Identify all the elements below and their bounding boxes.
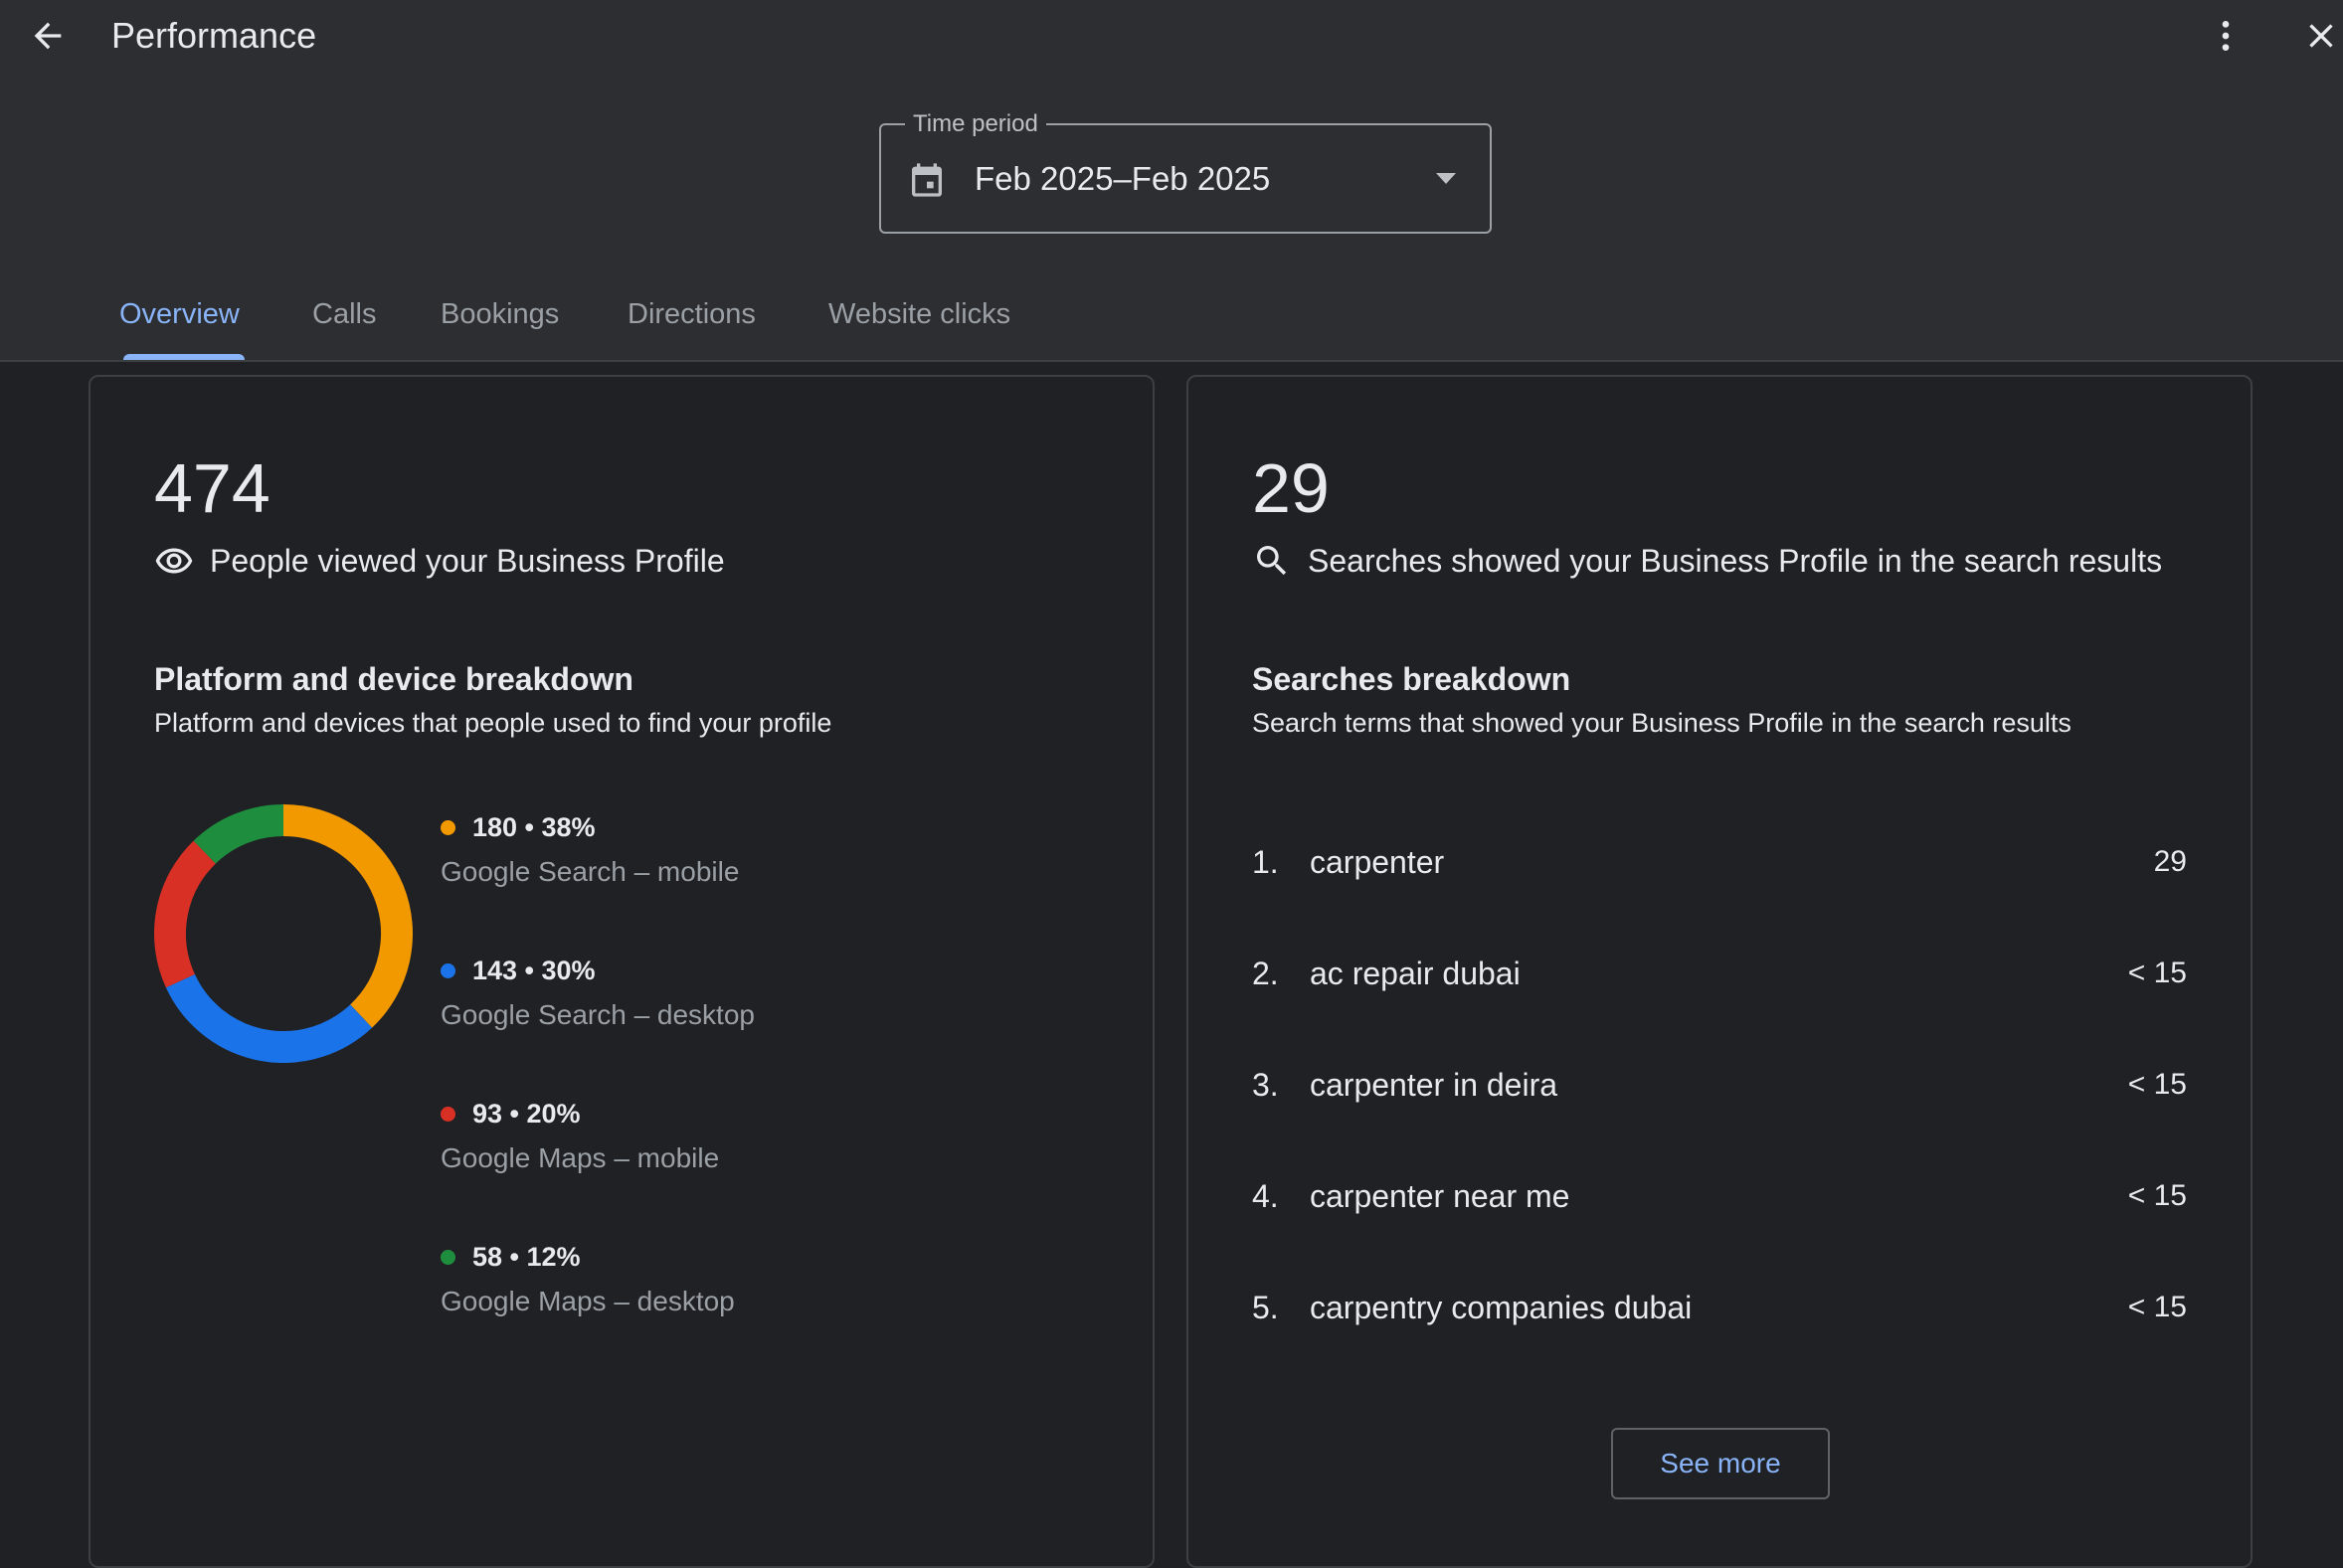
top-bar: Performance Time period Feb 2025–Feb 202…: [0, 0, 2343, 362]
search-rank: 4.: [1252, 1178, 1279, 1214]
search-term: carpentry companies dubai: [1310, 1290, 1693, 1325]
search-count: 29: [2153, 845, 2187, 878]
legend-value: 93 • 20%: [472, 1099, 581, 1129]
donut-slice-maps-desktop: [193, 804, 284, 864]
views-metric: People viewed your Business Profile: [154, 539, 725, 583]
searches-total: 29: [1252, 449, 1330, 527]
searches-breakdown-subtitle: Search terms that showed your Business P…: [1252, 708, 2072, 738]
donut-slice-search-mobile: [282, 804, 413, 1028]
search-count: < 15: [2127, 1291, 2187, 1323]
time-period-select[interactable]: Time period Feb 2025–Feb 2025: [879, 109, 1492, 234]
legend-dot: [441, 963, 455, 978]
tab-bookings[interactable]: Bookings: [441, 286, 559, 360]
more-options-button[interactable]: [2198, 8, 2253, 64]
legend-dot: [441, 1250, 455, 1265]
search-term: ac repair dubai: [1310, 956, 1521, 991]
platform-breakdown-title: Platform and device breakdown: [154, 661, 633, 697]
tab-calls[interactable]: Calls: [312, 286, 376, 360]
time-period-value: Feb 2025–Feb 2025: [975, 160, 1271, 197]
views-label: People viewed your Business Profile: [210, 542, 725, 579]
search-term: carpenter near me: [1310, 1178, 1570, 1214]
legend-item: 58 • 12% Google Maps – desktop: [441, 1236, 938, 1355]
search-term: carpenter in deira: [1310, 1067, 1558, 1103]
legend-dot: [441, 1107, 455, 1122]
search-rank: 1.: [1252, 844, 1279, 880]
dropdown-arrow-icon: [1436, 173, 1456, 184]
tab-website-clicks[interactable]: Website clicks: [828, 286, 1010, 360]
legend-item: 180 • 38% Google Search – mobile: [441, 806, 938, 926]
search-icon: [1257, 546, 1287, 576]
legend-value: 143 • 30%: [472, 956, 596, 985]
search-term-row: 2. ac repair dubai < 15: [1252, 942, 2187, 1001]
platform-breakdown-subtitle: Platform and devices that people used to…: [154, 708, 832, 738]
time-period-label: Time period: [905, 109, 1046, 139]
search-term-row: 5. carpentry companies dubai < 15: [1252, 1276, 2187, 1335]
search-rank: 3.: [1252, 1067, 1279, 1103]
arrow-back-icon: [34, 22, 62, 50]
see-more-button[interactable]: See more: [1611, 1428, 1830, 1499]
close-icon: [2309, 24, 2333, 48]
legend-item: 93 • 20% Google Maps – mobile: [441, 1093, 938, 1212]
search-rank: 2.: [1252, 956, 1279, 991]
page-title: Performance: [111, 15, 317, 56]
searches-card: 29 Searches showed your Business Profile…: [1186, 375, 2253, 1568]
active-tab-indicator: [123, 354, 245, 360]
search-term-row: 4. carpenter near me < 15: [1252, 1164, 2187, 1224]
tab-directions[interactable]: Directions: [628, 286, 756, 360]
views-total: 474: [154, 449, 270, 527]
tab-overview[interactable]: Overview: [119, 286, 240, 360]
search-rank: 5.: [1252, 1290, 1279, 1325]
donut-slice-search-desktop: [165, 973, 373, 1063]
searches-metric: Searches showed your Business Profile in…: [1252, 539, 2162, 583]
legend-dot: [441, 820, 455, 835]
search-term-row: 1. carpenter 29: [1252, 830, 2187, 890]
legend-value: 58 • 12%: [472, 1242, 581, 1272]
legend-label: Google Search – mobile: [441, 856, 740, 887]
legend-label: Google Search – desktop: [441, 999, 755, 1030]
search-count: < 15: [2127, 1068, 2187, 1101]
back-button[interactable]: [18, 8, 78, 64]
donut-slice-maps-mobile: [154, 840, 217, 988]
search-count: < 15: [2127, 1179, 2187, 1212]
searches-breakdown-title: Searches breakdown: [1252, 661, 1571, 697]
platform-donut-chart: [154, 804, 413, 1063]
views-card: 474 People viewed your Business Profile …: [89, 375, 1155, 1568]
legend-value: 180 • 38%: [472, 812, 596, 842]
searches-label: Searches showed your Business Profile in…: [1308, 542, 2163, 579]
calendar-icon: [912, 163, 942, 197]
more-vert-icon: [2222, 21, 2230, 51]
search-term: carpenter: [1310, 844, 1445, 880]
legend-label: Google Maps – mobile: [441, 1142, 720, 1173]
search-term-row: 3. carpenter in deira < 15: [1252, 1053, 2187, 1113]
legend-label: Google Maps – desktop: [441, 1286, 735, 1316]
eye-icon: [155, 548, 193, 574]
search-count: < 15: [2127, 957, 2187, 989]
legend-item: 143 • 30% Google Search – desktop: [441, 950, 938, 1069]
close-button[interactable]: [2293, 8, 2343, 64]
